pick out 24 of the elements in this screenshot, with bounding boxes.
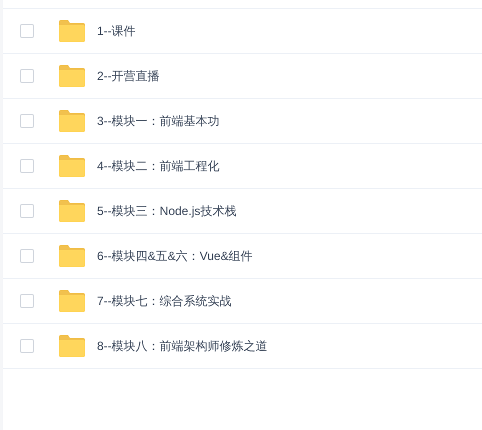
- folder-name[interactable]: 8--模块八：前端架构师修炼之道: [97, 337, 268, 355]
- checkbox[interactable]: [20, 159, 34, 173]
- folder-icon: [59, 155, 85, 177]
- checkbox[interactable]: [20, 204, 34, 218]
- checkbox[interactable]: [20, 69, 34, 83]
- checkbox[interactable]: [20, 114, 34, 128]
- checkbox[interactable]: [20, 249, 34, 263]
- folder-name[interactable]: 3--模块一：前端基本功: [97, 112, 220, 130]
- checkbox[interactable]: [20, 339, 34, 353]
- folder-icon: [59, 335, 85, 357]
- folder-name[interactable]: 7--模块七：综合系统实战: [97, 292, 232, 310]
- folder-icon: [59, 290, 85, 312]
- folder-icon: [59, 245, 85, 267]
- folder-name[interactable]: 4--模块二：前端工程化: [97, 157, 220, 175]
- checkbox[interactable]: [20, 24, 34, 38]
- folder-icon: [59, 200, 85, 222]
- folder-icon: [59, 110, 85, 132]
- folder-name[interactable]: 2--开营直播: [97, 67, 160, 85]
- folder-icon: [59, 20, 85, 42]
- folder-name[interactable]: 1--课件: [97, 22, 136, 40]
- folder-name[interactable]: 5--模块三：Node.js技术栈: [97, 202, 236, 220]
- folder-name[interactable]: 6--模块四&五&六：Vue&组件: [97, 247, 253, 265]
- folder-icon: [59, 65, 85, 87]
- checkbox[interactable]: [20, 294, 34, 308]
